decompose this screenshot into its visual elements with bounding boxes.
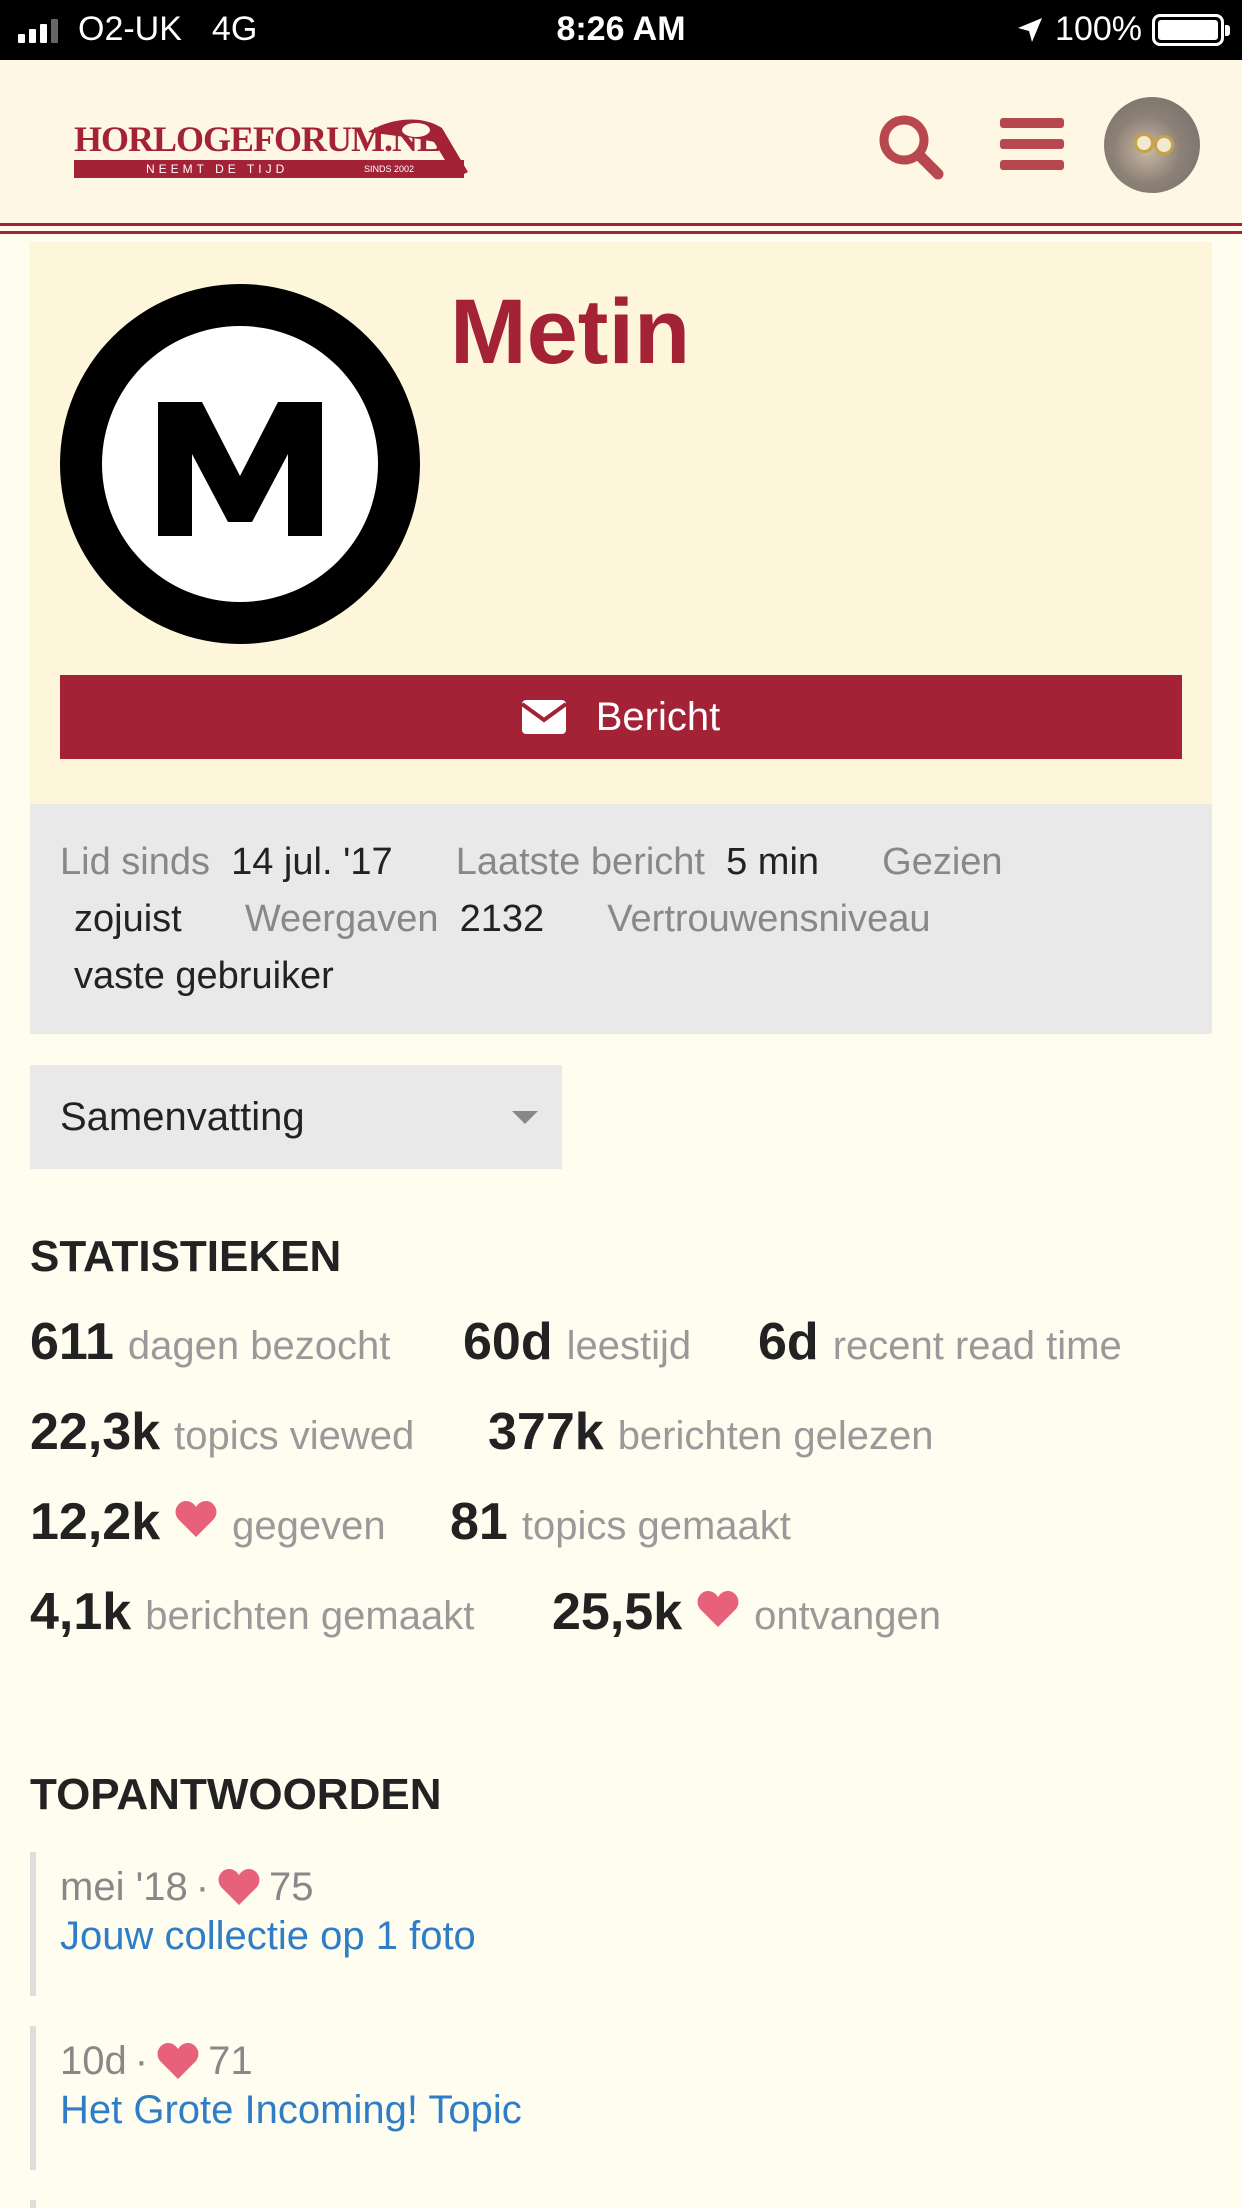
stat-label: topics gemaakt <box>521 1504 791 1548</box>
message-button-label: Bericht <box>595 694 721 739</box>
stat-label: berichten gelezen <box>617 1414 934 1458</box>
site-logo[interactable]: HORLOGEFORUM.NL NEEMT DE TIJD SINDS 2002 <box>74 118 474 188</box>
caret-down-icon <box>512 1111 538 1124</box>
top-replies-title: TOPANTWOORDEN <box>30 1770 442 1819</box>
bird-icon <box>368 119 468 178</box>
reply-topic-link[interactable]: Het Grote Incoming! Topic <box>60 2088 1212 2133</box>
seen-label: Gezien <box>882 841 1003 883</box>
logo-tagline: NEEMT DE TIJD <box>146 162 289 176</box>
views-value: 2132 <box>459 898 545 940</box>
top-reply-item: mei '18 · 75 Jouw collectie op 1 foto <box>30 1852 1212 1996</box>
envelope-icon <box>521 700 566 734</box>
last-post-label: Laatste bericht <box>455 841 705 883</box>
heart-icon <box>157 2043 199 2079</box>
stat-posts-read: 377k berichten gelezen <box>488 1402 933 1462</box>
stat-label: gegeven <box>232 1504 386 1548</box>
stat-value: 377k <box>488 1403 604 1461</box>
stat-value: 6d <box>758 1313 819 1371</box>
avatar-letter-icon <box>158 402 322 536</box>
stat-topics-created: 81 topics gemaakt <box>450 1492 791 1552</box>
heart-icon <box>697 1591 739 1627</box>
stat-value: 22,3k <box>30 1403 161 1461</box>
stat-recent-read-time: 6d recent read time <box>758 1312 1122 1372</box>
stat-value: 81 <box>450 1493 508 1551</box>
member-since-label: Lid sinds <box>60 841 210 883</box>
stat-value: 12,2k <box>30 1493 161 1551</box>
heart-icon <box>175 1501 217 1537</box>
stat-label: dagen bezocht <box>127 1324 391 1368</box>
stat-value: 60d <box>463 1313 553 1371</box>
profile-avatar <box>60 284 420 644</box>
message-button[interactable]: Bericht <box>60 675 1182 759</box>
stat-read-time: 60d leestijd <box>463 1312 691 1372</box>
stat-topics-viewed: 22,3k topics viewed <box>30 1402 414 1462</box>
summary-dropdown-value: Samenvatting <box>60 1094 305 1139</box>
stat-label: leestijd <box>566 1324 692 1368</box>
user-avatar[interactable] <box>1104 97 1200 193</box>
stat-value: 4,1k <box>30 1583 132 1641</box>
stat-likes-received: 25,5k ontvangen <box>552 1582 941 1642</box>
stat-label: topics viewed <box>174 1414 415 1458</box>
menu-icon[interactable] <box>1000 116 1064 172</box>
profile-username: Metin <box>450 281 691 383</box>
trust-level-label: Vertrouwensniveau <box>607 898 931 940</box>
heart-icon <box>218 1869 260 1905</box>
trust-level-value: vaste gebruiker <box>74 955 334 997</box>
last-post-value[interactable]: 5 min <box>726 841 819 883</box>
summary-dropdown[interactable]: Samenvatting <box>30 1065 562 1169</box>
stat-posts-created: 4,1k berichten gemaakt <box>30 1582 474 1642</box>
member-since-value: 14 jul. '17 <box>231 841 393 883</box>
top-reply-item-partial <box>30 2200 1212 2208</box>
reply-date: mei '18 <box>60 1864 188 1909</box>
status-bar: O2-UK 4G 8:26 AM 100% <box>0 0 1242 60</box>
stat-label: ontvangen <box>754 1594 941 1638</box>
stat-value: 611 <box>30 1313 114 1371</box>
top-reply-item: 10d · 71 Het Grote Incoming! Topic <box>30 2026 1212 2170</box>
search-icon[interactable] <box>876 112 946 182</box>
battery-percent: 100% <box>1055 10 1142 48</box>
profile-card: Metin Bericht <box>30 242 1212 804</box>
location-arrow-icon <box>1018 17 1043 42</box>
battery-icon <box>1152 13 1230 46</box>
stat-likes-given: 12,2k gegeven <box>30 1492 386 1552</box>
stat-value: 25,5k <box>552 1583 683 1641</box>
seen-value: zojuist <box>74 898 182 940</box>
reply-date: 10d <box>60 2038 127 2083</box>
reply-likes: 75 <box>269 1864 314 1909</box>
reply-topic-link[interactable]: Jouw collectie op 1 foto <box>60 1914 1212 1959</box>
views-label: Weergaven <box>244 898 439 940</box>
reply-likes: 71 <box>208 2038 253 2083</box>
site-header: HORLOGEFORUM.NL NEEMT DE TIJD SINDS 2002 <box>0 60 1242 234</box>
stats-title: STATISTIEKEN <box>30 1232 342 1281</box>
stat-label: recent read time <box>832 1324 1122 1368</box>
stat-label: berichten gemaakt <box>145 1594 475 1638</box>
profile-meta: Lid sinds 14 jul. '17 Laatste bericht 5 … <box>30 804 1212 1034</box>
stat-days-visited: 611 dagen bezocht <box>30 1312 390 1372</box>
